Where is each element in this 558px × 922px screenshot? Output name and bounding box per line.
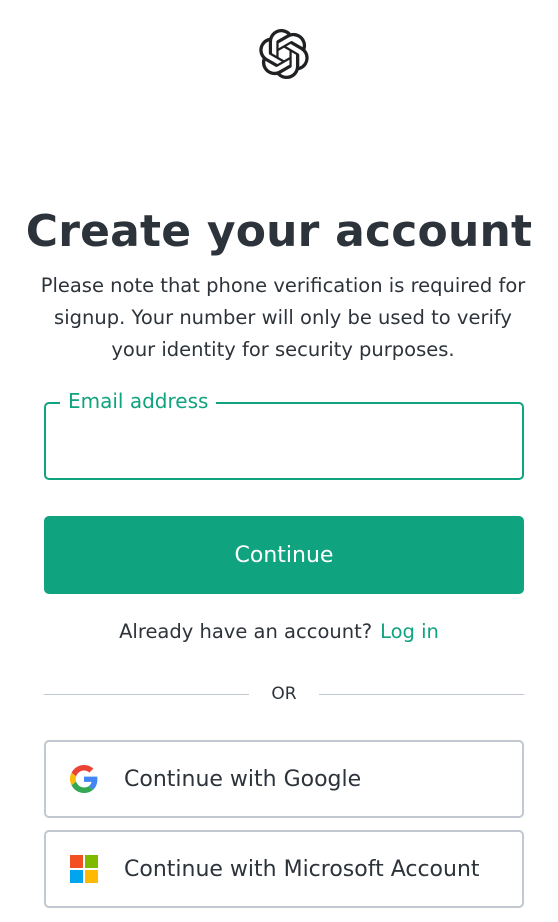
continue-button[interactable]: Continue [44, 516, 524, 594]
divider-or-text: OR [271, 684, 297, 704]
divider-line-left [44, 693, 250, 695]
openai-logo-icon [259, 29, 309, 79]
continue-with-microsoft-button[interactable]: Continue with Microsoft Account [44, 830, 524, 908]
divider-line-right [318, 693, 525, 695]
login-prompt-text: Already have an account? [119, 620, 373, 643]
page-title: Create your account [25, 206, 533, 257]
email-input[interactable] [46, 404, 522, 478]
log-in-link[interactable]: Log in [380, 620, 439, 643]
login-prompt: Already have an account? Log in [0, 617, 558, 647]
email-field-label: Email address [60, 387, 217, 415]
google-button-label: Continue with Google [124, 766, 362, 792]
continue-with-google-button[interactable]: Continue with Google [44, 740, 524, 818]
email-field[interactable]: Email address [44, 387, 524, 480]
or-divider: OR [44, 680, 525, 708]
microsoft-button-label: Continue with Microsoft Account [124, 856, 480, 882]
google-icon [70, 765, 98, 793]
microsoft-icon [70, 855, 98, 883]
phone-verification-notice: Please note that phone verification is r… [40, 274, 526, 361]
